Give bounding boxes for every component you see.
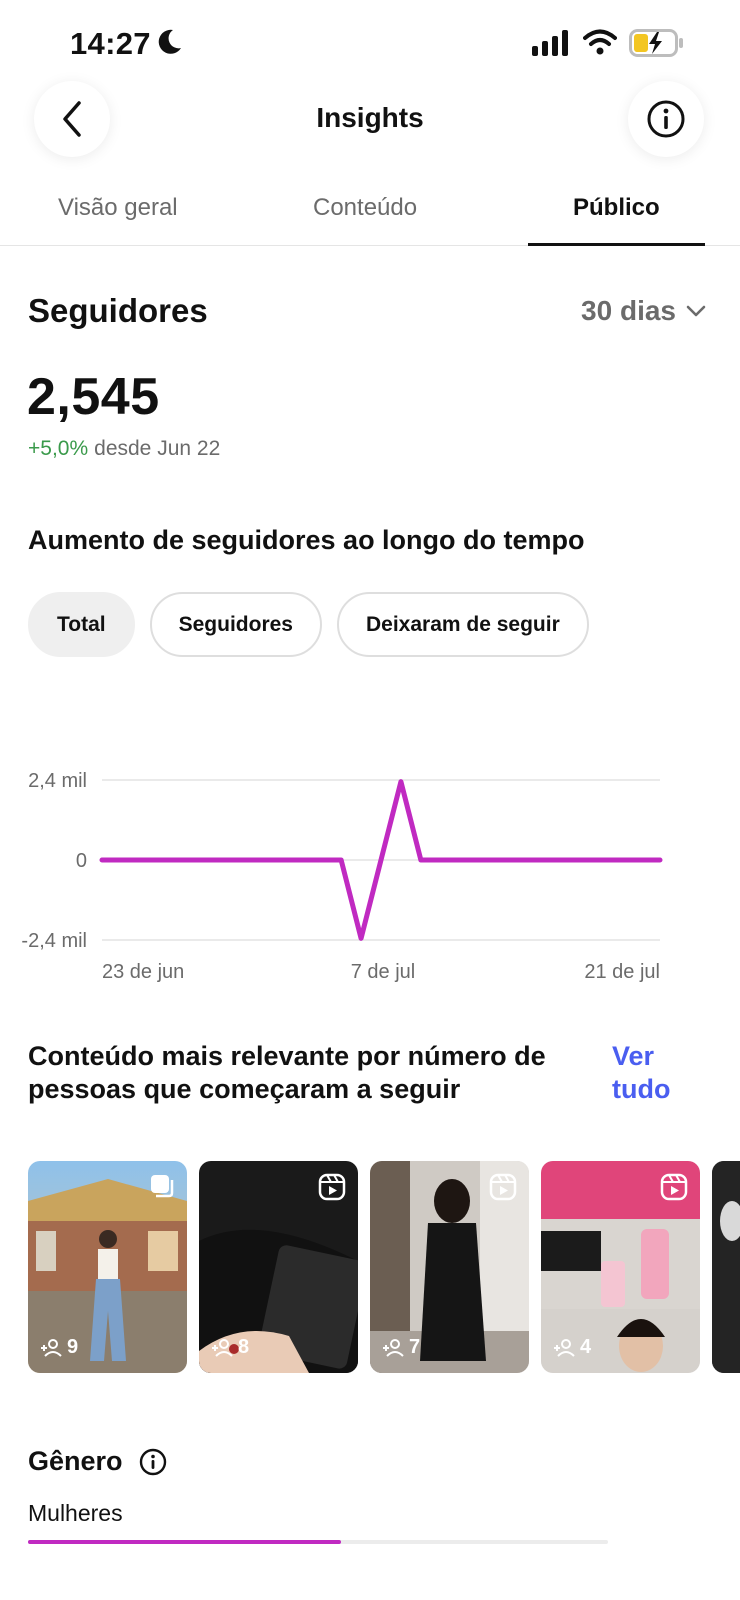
thumbnail-image bbox=[712, 1161, 740, 1373]
chevron-down-icon bbox=[686, 305, 706, 317]
date-range-dropdown[interactable]: 30 dias bbox=[581, 295, 706, 327]
follows-count-value: 7 bbox=[409, 1336, 421, 1358]
info-button[interactable] bbox=[628, 81, 704, 157]
wifi-icon bbox=[583, 29, 617, 55]
follows-count: 9 bbox=[40, 1336, 78, 1359]
bottom-safe-area bbox=[0, 1544, 740, 1600]
follows-count-value: 9 bbox=[67, 1336, 79, 1358]
status-time: 14:27 bbox=[70, 26, 151, 61]
content-thumbnail[interactable]: 9 bbox=[28, 1161, 187, 1373]
see-all-link[interactable]: Ver tudo bbox=[612, 1040, 712, 1106]
x-tick-label: 23 de jun bbox=[102, 961, 184, 983]
tab-bar: Visão geral Conteúdo Público bbox=[0, 180, 740, 246]
add-user-icon bbox=[41, 1338, 62, 1357]
top-content-carousel: 9 8 7 4 bbox=[28, 1161, 740, 1373]
add-user-icon bbox=[212, 1338, 233, 1357]
growth-heading: Aumento de seguidores ao longo do tempo bbox=[28, 525, 585, 555]
follower-count: 2,545 bbox=[27, 368, 160, 426]
chip-unfollowed[interactable]: Deixaram de seguir bbox=[336, 592, 589, 657]
chip-followers[interactable]: Seguidores bbox=[149, 592, 322, 657]
follows-count: 4 bbox=[553, 1336, 591, 1359]
followers-line-chart: 2,4 mil 0 -2,4 mil 23 de jun 7 de jul 21 de j… bbox=[21, 770, 663, 983]
cellular-signal-icon bbox=[532, 30, 568, 56]
gender-title: Gênero bbox=[28, 1446, 123, 1476]
active-tab-indicator bbox=[528, 243, 705, 246]
content-thumbnail[interactable]: 8 bbox=[199, 1161, 358, 1373]
tab-overview[interactable]: Visão geral bbox=[58, 194, 178, 222]
reel-icon bbox=[489, 1173, 517, 1201]
battery-charging-icon bbox=[629, 29, 683, 57]
carousel-icon bbox=[151, 1175, 174, 1198]
follows-count: 7 bbox=[382, 1336, 420, 1359]
date-range-label: 30 dias bbox=[581, 295, 676, 326]
follower-delta: +5,0% desde Jun 22 bbox=[28, 437, 220, 461]
follows-count: 8 bbox=[211, 1336, 249, 1359]
content-thumbnail[interactable]: 4 bbox=[541, 1161, 700, 1373]
gender-section-title: Gênero bbox=[28, 1446, 167, 1477]
add-user-icon bbox=[554, 1338, 575, 1357]
follows-count-value: 8 bbox=[238, 1336, 250, 1358]
info-icon[interactable] bbox=[139, 1448, 167, 1476]
content-thumbnail[interactable]: 7 bbox=[370, 1161, 529, 1373]
x-tick-label: 7 de jul bbox=[351, 961, 416, 983]
y-tick-label: 2,4 mil bbox=[28, 770, 87, 792]
tab-audience[interactable]: Público bbox=[573, 194, 660, 222]
tab-content[interactable]: Conteúdo bbox=[313, 194, 417, 222]
chip-total[interactable]: Total bbox=[28, 592, 135, 657]
top-content-heading: Conteúdo mais relevante por número de pe… bbox=[28, 1041, 546, 1104]
status-bar: 14:27 bbox=[0, 0, 740, 80]
women-label: Mulheres bbox=[28, 1500, 123, 1526]
y-tick-label: -2,4 mil bbox=[21, 930, 87, 952]
delta-percentage: +5,0% bbox=[28, 437, 89, 460]
series-line bbox=[99, 779, 663, 941]
followers-title: Seguidores bbox=[28, 292, 208, 329]
chart-filter-chips: Total Seguidores Deixaram de seguir bbox=[28, 592, 589, 657]
content-thumbnail-partial[interactable] bbox=[712, 1161, 740, 1373]
x-tick-label: 21 de jul bbox=[584, 961, 660, 983]
y-tick-label: 0 bbox=[76, 850, 87, 872]
delta-since: desde Jun 22 bbox=[94, 437, 221, 460]
follows-count-value: 4 bbox=[580, 1336, 592, 1358]
reel-icon bbox=[660, 1173, 688, 1201]
reel-icon bbox=[318, 1173, 346, 1201]
moon-icon bbox=[158, 29, 181, 54]
info-icon bbox=[647, 100, 685, 138]
add-user-icon bbox=[383, 1338, 404, 1357]
